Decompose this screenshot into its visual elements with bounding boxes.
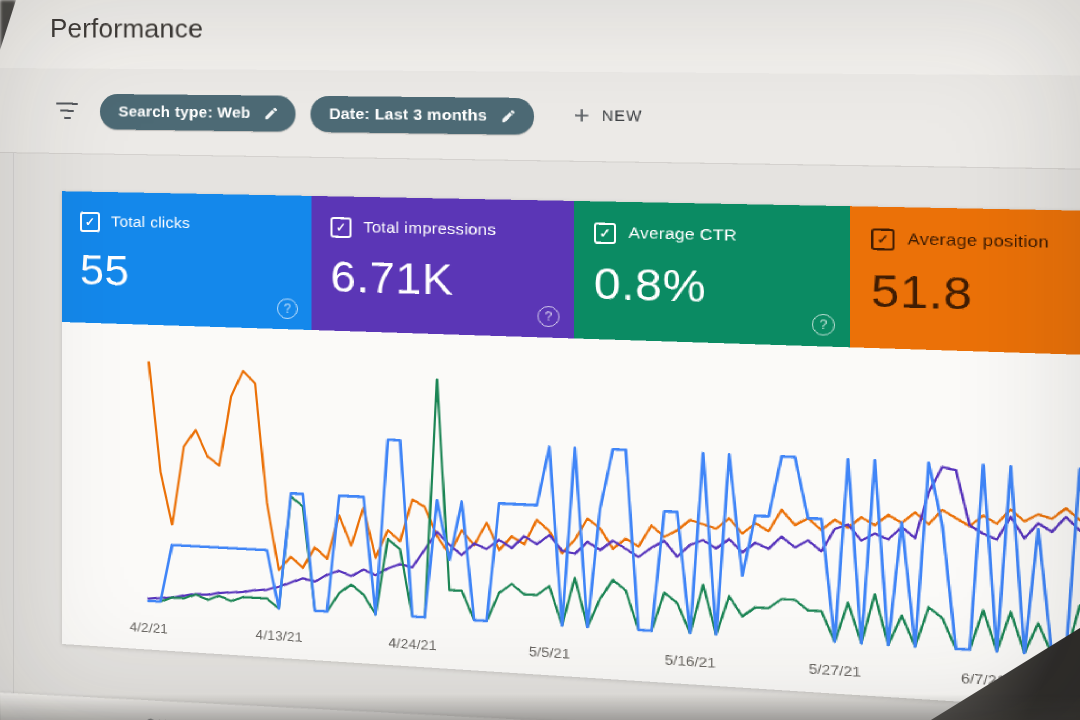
- x-axis-label: 4/13/21: [255, 627, 302, 645]
- metric-label: Average CTR: [628, 224, 737, 245]
- new-filter-label: NEW: [601, 108, 643, 126]
- checkbox-checked-icon[interactable]: ✓: [871, 228, 895, 251]
- checkbox-checked-icon[interactable]: ✓: [330, 216, 352, 239]
- help-icon[interactable]: ?: [537, 305, 560, 328]
- filter-bar: Search type: Web Date: Last 3 months + N…: [0, 68, 1080, 176]
- metric-value: 55: [79, 245, 130, 296]
- new-filter-button[interactable]: + NEW: [573, 101, 643, 131]
- series-line-clicks: [149, 372, 1080, 671]
- date-range-chip[interactable]: Date: Last 3 months: [310, 95, 535, 135]
- total-clicks-card[interactable]: ✓ Total clicks 55 ?: [61, 191, 312, 331]
- pencil-icon: [265, 107, 277, 119]
- average-position-card[interactable]: ✓ Average position 51.8 ?: [850, 206, 1080, 357]
- page-title: Performance: [49, 13, 204, 44]
- search-console-performance-page: Performance Search type: Web Date: Last …: [0, 0, 1080, 720]
- screen-photo: Performance Search type: Web Date: Last …: [0, 0, 1080, 720]
- total-impressions-card[interactable]: ✓ Total impressions 6.71K ?: [311, 195, 574, 339]
- x-axis-label: 5/5/21: [529, 643, 570, 661]
- metric-value: 0.8%: [593, 258, 707, 313]
- x-axis-label: 5/16/21: [665, 652, 716, 671]
- search-type-chip-label: Search type: Web: [118, 102, 251, 122]
- checkbox-checked-icon[interactable]: ✓: [593, 222, 617, 245]
- average-ctr-card[interactable]: ✓ Average CTR 0.8% ?: [573, 200, 851, 348]
- search-type-chip[interactable]: Search type: Web: [100, 93, 296, 132]
- plus-icon: +: [573, 101, 590, 131]
- date-range-chip-label: Date: Last 3 months: [329, 104, 488, 125]
- metric-value: 51.8: [871, 265, 973, 321]
- x-axis-label: 4/2/21: [130, 619, 168, 637]
- header-bar: Performance: [0, 0, 1080, 80]
- series-line-position: [149, 362, 1080, 629]
- tab-queries[interactable]: QUERIES: [146, 716, 217, 720]
- filter-list-icon[interactable]: [55, 102, 78, 119]
- performance-chart: 4/2/21 4/13/21 4/24/21 5/5/21 5/16/21 5/27/21…: [62, 322, 1080, 720]
- x-axis-label: 5/27/21: [809, 661, 861, 681]
- help-icon[interactable]: ?: [276, 298, 298, 320]
- help-icon[interactable]: ?: [811, 313, 836, 336]
- performance-panel: ✓ Total clicks 55 ? ✓ Total impressions …: [61, 191, 1080, 720]
- metric-label: Average position: [907, 230, 1050, 253]
- metric-value: 6.71K: [330, 252, 454, 306]
- metric-label: Total impressions: [363, 218, 497, 240]
- checkbox-checked-icon[interactable]: ✓: [79, 211, 101, 233]
- x-axis-label: 4/24/21: [388, 635, 436, 654]
- metric-label: Total clicks: [111, 213, 191, 233]
- pencil-icon: [502, 109, 515, 122]
- performance-line-chart: 4/2/21 4/13/21 4/24/21 5/5/21 5/16/21 5/27/21…: [130, 322, 1080, 689]
